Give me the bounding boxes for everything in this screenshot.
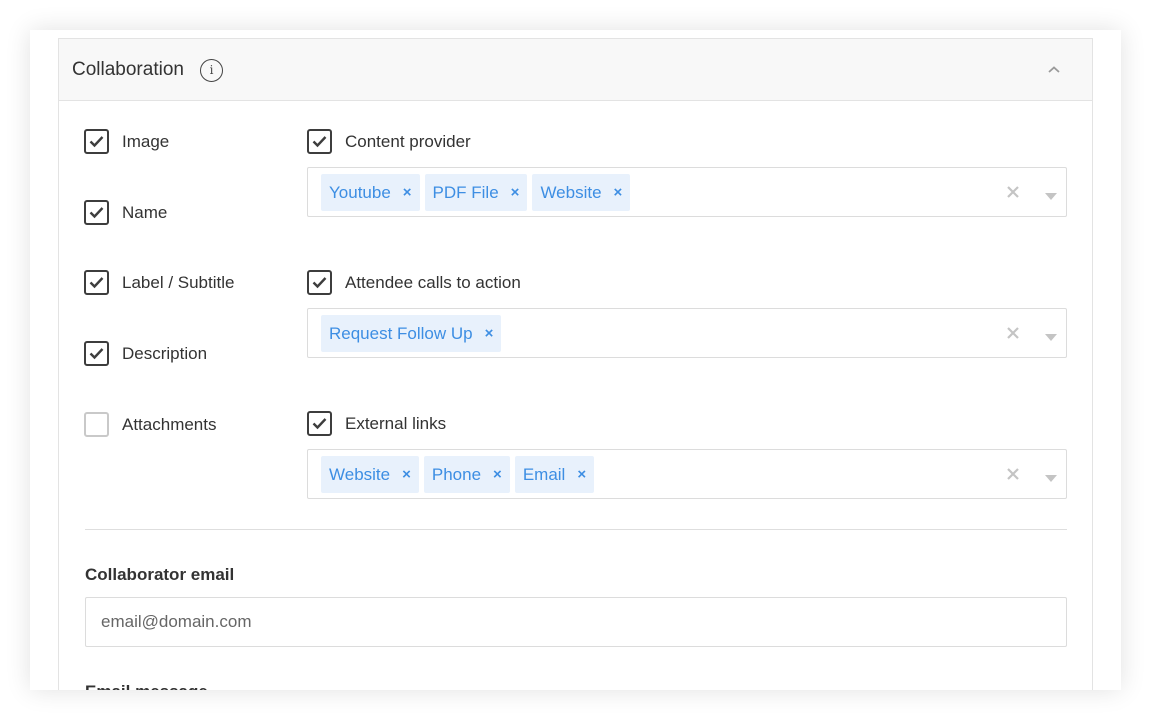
external-links-select[interactable]: Website × Phone × Email × xyxy=(307,449,1067,499)
dropdown-arrow-icon[interactable] xyxy=(1045,188,1057,200)
remove-tag-icon[interactable]: × xyxy=(402,466,411,483)
tag-website: Website × xyxy=(532,174,631,211)
dropdown-arrow-icon[interactable] xyxy=(1045,470,1057,482)
attendee-cta-label: Attendee calls to action xyxy=(345,273,521,292)
email-message-label: Email message xyxy=(85,682,208,690)
tag-label: Request Follow Up xyxy=(329,323,473,343)
content-provider-label: Content provider xyxy=(345,132,471,151)
tag-label: Youtube xyxy=(329,182,391,202)
tag-pdf-file: PDF File × xyxy=(424,174,528,211)
tag-label: Website xyxy=(329,464,391,484)
collaborator-email-label: Collaborator email xyxy=(85,565,235,584)
collaborator-email-input[interactable] xyxy=(85,597,1067,647)
tag-label: Phone xyxy=(431,464,482,484)
image-checkbox[interactable] xyxy=(84,129,109,154)
clear-selection-icon[interactable] xyxy=(1005,184,1021,200)
tag-label: Website xyxy=(540,182,602,202)
label-subtitle-checkbox-label: Label / Subtitle xyxy=(122,273,235,292)
remove-tag-icon[interactable]: × xyxy=(403,184,412,201)
remove-tag-icon[interactable]: × xyxy=(614,184,623,201)
content-provider-select[interactable]: Youtube × PDF File × Website × xyxy=(307,167,1067,217)
attendee-cta-select[interactable]: Request Follow Up × xyxy=(307,308,1067,358)
description-checkbox-label: Description xyxy=(122,344,208,363)
panel-header[interactable]: Collaboration i xyxy=(59,39,1092,101)
remove-tag-icon[interactable]: × xyxy=(577,466,586,483)
collaboration-panel: Collaboration i Image Name Label / Subti… xyxy=(58,38,1093,690)
name-checkbox-label: Name xyxy=(122,203,168,222)
content-provider-checkbox[interactable] xyxy=(307,129,332,154)
image-checkbox-label: Image xyxy=(122,132,170,151)
attachments-checkbox-label: Attachments xyxy=(122,415,217,434)
attachments-checkbox[interactable] xyxy=(84,412,109,437)
tag-youtube: Youtube × xyxy=(321,174,420,211)
content-provider-tags: Youtube × PDF File × Website × xyxy=(321,174,631,211)
tag-request-follow-up: Request Follow Up × xyxy=(321,315,502,352)
panel-title: Collaboration xyxy=(72,59,184,80)
tag-website: Website × xyxy=(321,456,419,493)
attendee-cta-tags: Request Follow Up × xyxy=(321,315,502,352)
settings-card: Collaboration i Image Name Label / Subti… xyxy=(30,30,1121,690)
description-checkbox[interactable] xyxy=(84,341,109,366)
dropdown-arrow-icon[interactable] xyxy=(1045,329,1057,341)
external-links-tags: Website × Phone × Email × xyxy=(321,456,595,493)
remove-tag-icon[interactable]: × xyxy=(485,325,494,342)
label-subtitle-checkbox[interactable] xyxy=(84,270,109,295)
name-checkbox[interactable] xyxy=(84,200,109,225)
clear-selection-icon[interactable] xyxy=(1005,466,1021,482)
remove-tag-icon[interactable]: × xyxy=(511,184,520,201)
tag-label: PDF File xyxy=(432,182,499,202)
tag-email: Email × xyxy=(514,456,595,493)
tag-label: Email xyxy=(522,464,566,484)
clear-selection-icon[interactable] xyxy=(1005,325,1021,341)
tag-phone: Phone × xyxy=(423,456,510,493)
info-icon[interactable]: i xyxy=(200,59,223,82)
section-divider xyxy=(85,529,1067,530)
external-links-checkbox[interactable] xyxy=(307,411,332,436)
chevron-up-icon[interactable] xyxy=(1046,63,1062,75)
external-links-label: External links xyxy=(345,414,447,433)
attendee-cta-checkbox[interactable] xyxy=(307,270,332,295)
remove-tag-icon[interactable]: × xyxy=(493,466,502,483)
